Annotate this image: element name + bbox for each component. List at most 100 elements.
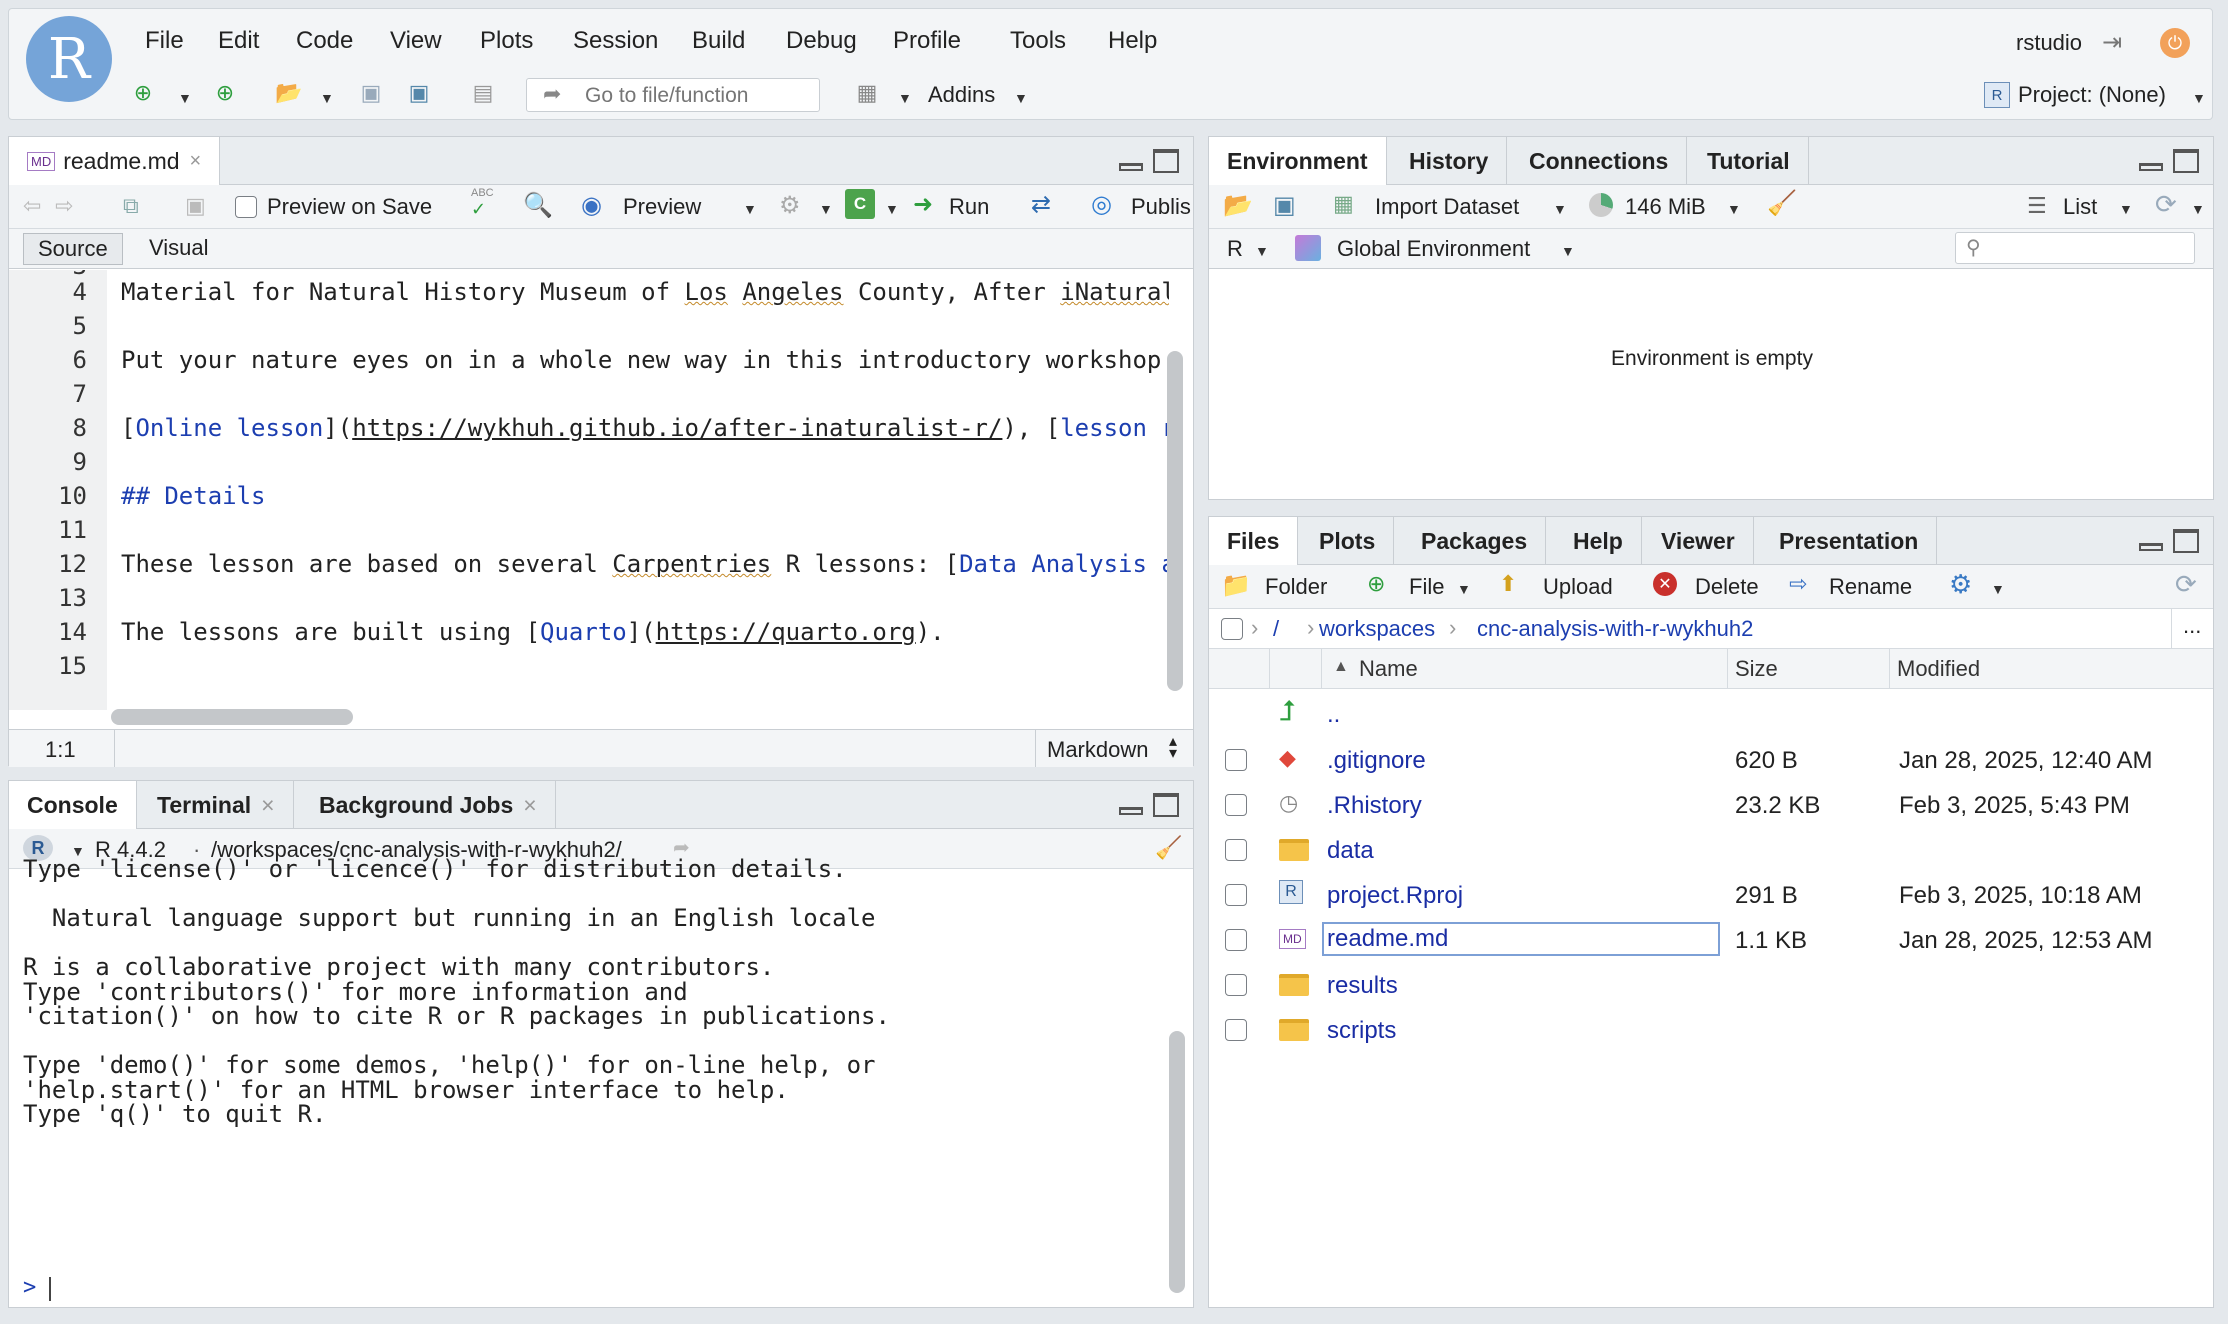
new-file-icon[interactable]: ⊕	[1367, 571, 1385, 597]
save-icon[interactable]: ▣	[356, 78, 386, 108]
parent-directory-row[interactable]: ⮥ ..	[1209, 693, 2213, 738]
language-dropdown-icon[interactable]: ▼	[1255, 243, 1269, 259]
tab-terminal[interactable]: Terminal ×	[139, 781, 294, 829]
tab-tutorial[interactable]: Tutorial	[1689, 137, 1809, 185]
minimize-icon[interactable]	[1119, 807, 1143, 815]
environment-scope-selector[interactable]: Global Environment	[1337, 236, 1530, 262]
file-checkbox[interactable]	[1225, 929, 1247, 951]
language-selector[interactable]: R	[1227, 236, 1243, 262]
tab-console[interactable]: Console	[9, 781, 137, 830]
new-file-dropdown-icon[interactable]: ▼	[178, 90, 192, 106]
more-dropdown-icon[interactable]: ▼	[1991, 581, 2005, 597]
file-checkbox[interactable]	[1225, 794, 1247, 816]
save-all-icon[interactable]: ▣	[404, 78, 434, 108]
goto-input[interactable]	[583, 83, 813, 109]
more-path-button[interactable]: ...	[2183, 613, 2201, 639]
save-file-icon[interactable]: ▣	[185, 193, 206, 219]
menu-help[interactable]: Help	[1108, 27, 1157, 55]
preview-on-save-checkbox[interactable]	[235, 196, 257, 218]
file-row[interactable]: results	[1209, 964, 2213, 1009]
minimize-icon[interactable]	[2139, 543, 2163, 551]
open-file-dropdown-icon[interactable]: ▼	[320, 90, 334, 106]
import-dataset-button[interactable]: Import Dataset	[1375, 194, 1519, 220]
file-checkbox[interactable]	[1225, 974, 1247, 996]
memory-usage-icon[interactable]	[1589, 193, 1613, 217]
goto-file-function[interactable]: ➦	[526, 78, 820, 112]
menu-view[interactable]: View	[390, 27, 442, 55]
console-prompt[interactable]: >	[23, 1275, 36, 1300]
new-blank-file-button[interactable]: File	[1409, 574, 1444, 600]
upload-button[interactable]: Upload	[1543, 574, 1613, 600]
view-mode-selector[interactable]: List	[2063, 194, 2097, 220]
print-icon[interactable]: ▤	[468, 78, 498, 108]
memory-usage[interactable]: 146 MiB	[1625, 194, 1706, 220]
environment-search-input[interactable]: ⚲	[1955, 232, 2195, 264]
menu-build[interactable]: Build	[692, 27, 745, 55]
show-in-window-icon[interactable]: ⧉	[123, 193, 139, 219]
code-editor[interactable]: 34Material for Natural History Museum of…	[9, 270, 1169, 710]
insert-chunk-dropdown-icon[interactable]: ▼	[885, 201, 899, 217]
breadcrumb-current[interactable]: cnc-analysis-with-r-wykhuh2	[1477, 616, 1753, 642]
menu-edit[interactable]: Edit	[218, 27, 259, 55]
tab-packages[interactable]: Packages	[1403, 517, 1547, 565]
tab-help[interactable]: Help	[1555, 517, 1642, 565]
close-jobs-icon[interactable]: ×	[523, 792, 536, 819]
spellcheck-icon[interactable]: ABC ✓	[471, 187, 494, 220]
editor-horizontal-scrollbar[interactable]	[111, 709, 353, 725]
file-name-link[interactable]: .gitignore	[1327, 747, 1426, 775]
size-column-header[interactable]: Size	[1735, 656, 1778, 682]
import-dataset-dropdown-icon[interactable]: ▼	[1553, 201, 1567, 217]
console-scrollbar[interactable]	[1169, 1031, 1185, 1293]
more-gear-icon[interactable]: ⚙	[1949, 569, 1972, 600]
preview-button[interactable]: Preview	[623, 194, 701, 220]
code-line[interactable]: These lesson are based on several Carpen…	[121, 550, 1169, 578]
tab-history[interactable]: History	[1391, 137, 1508, 185]
upload-icon[interactable]: ⬆	[1499, 571, 1517, 597]
new-folder-icon[interactable]: 📁	[1221, 571, 1251, 600]
code-line[interactable]: The lessons are built using [Quarto](htt…	[121, 618, 945, 646]
run-icon[interactable]: ➜	[913, 190, 933, 219]
close-terminal-icon[interactable]: ×	[261, 792, 274, 819]
select-all-checkbox[interactable]	[1221, 618, 1243, 640]
file-row[interactable]: ◆ .gitignore 620 B Jan 28, 2025, 12:40 AM	[1209, 739, 2213, 784]
clear-console-icon[interactable]: 🧹	[1155, 835, 1182, 861]
rename-button[interactable]: Rename	[1829, 574, 1912, 600]
file-checkbox[interactable]	[1225, 1019, 1247, 1041]
delete-icon[interactable]: ✕	[1653, 572, 1677, 596]
tab-connections[interactable]: Connections	[1511, 137, 1688, 185]
forward-icon[interactable]: ⇨	[55, 193, 73, 219]
refresh-files-icon[interactable]: ⟳	[2175, 569, 2197, 600]
code-line[interactable]: Put your nature eyes on in a whole new w…	[121, 346, 1161, 374]
minimize-icon[interactable]	[2139, 163, 2163, 171]
menu-profile[interactable]: Profile	[893, 27, 961, 55]
scope-dropdown-icon[interactable]: ▼	[1561, 243, 1575, 259]
file-type-selector[interactable]: Markdown	[1047, 737, 1148, 763]
tab-background-jobs[interactable]: Background Jobs ×	[301, 781, 556, 829]
addins-menu[interactable]: Addins	[928, 82, 995, 108]
menu-tools[interactable]: Tools	[1010, 27, 1066, 55]
view-mode-dropdown-icon[interactable]: ▼	[2119, 201, 2133, 217]
modified-column-header[interactable]: Modified	[1897, 656, 1980, 682]
memory-dropdown-icon[interactable]: ▼	[1727, 201, 1741, 217]
delete-button[interactable]: Delete	[1695, 574, 1759, 600]
maximize-icon[interactable]	[2173, 149, 2199, 173]
gear-icon[interactable]: ⚙	[779, 191, 801, 220]
file-name-link[interactable]: results	[1327, 972, 1398, 1000]
file-checkbox[interactable]	[1225, 749, 1247, 771]
back-icon[interactable]: ⇦	[23, 193, 41, 219]
file-row[interactable]: ◷ .Rhistory 23.2 KB Feb 3, 2025, 5:43 PM	[1209, 784, 2213, 829]
code-line[interactable]: Material for Natural History Museum of L…	[121, 278, 1169, 306]
source-mode-button[interactable]: Source	[23, 233, 123, 265]
clear-objects-icon[interactable]: 🧹	[1767, 189, 1797, 218]
file-name-link[interactable]: scripts	[1327, 1017, 1396, 1045]
menu-debug[interactable]: Debug	[786, 27, 857, 55]
maximize-icon[interactable]	[1153, 793, 1179, 817]
preview-dropdown-icon[interactable]: ▼	[743, 201, 757, 217]
file-name-link[interactable]: .Rhistory	[1327, 792, 1422, 820]
run-button[interactable]: Run	[949, 194, 989, 220]
power-icon[interactable]: ⏻	[2160, 28, 2190, 58]
parent-directory-link[interactable]: ..	[1327, 701, 1340, 729]
preview-icon[interactable]: ◉	[581, 191, 602, 220]
new-file-dropdown-icon[interactable]: ▼	[1457, 581, 1471, 597]
insert-chunk-icon[interactable]: C	[845, 189, 875, 219]
